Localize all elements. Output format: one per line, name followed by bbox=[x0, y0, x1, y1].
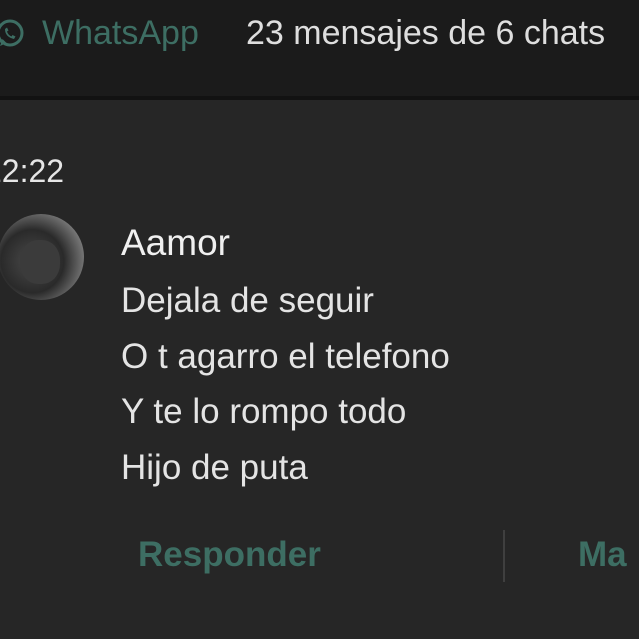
notification-time: 22:22 bbox=[0, 153, 65, 189]
avatar-image bbox=[20, 240, 60, 284]
whatsapp-icon bbox=[0, 19, 24, 47]
reply-button[interactable]: Responder bbox=[138, 534, 321, 576]
message-line: O t agarro el telefono bbox=[121, 337, 450, 376]
message-line: Dejala de seguir bbox=[121, 281, 374, 320]
app-name: WhatsApp bbox=[42, 14, 199, 52]
action-divider bbox=[503, 530, 505, 582]
notification-screen: WhatsApp 23 mensajes de 6 chats 22:22 Aa… bbox=[0, 0, 639, 639]
sender-name: Aamor bbox=[121, 222, 230, 263]
message-line: Y te lo rompo todo bbox=[121, 392, 407, 431]
message-line: Hijo de puta bbox=[121, 448, 308, 487]
header-divider bbox=[0, 96, 639, 100]
notification-header: WhatsApp 23 mensajes de 6 chats bbox=[0, 0, 639, 96]
notification-summary: 23 mensajes de 6 chats bbox=[246, 14, 606, 52]
contact-avatar[interactable] bbox=[0, 214, 84, 300]
mark-as-read-button[interactable]: Ma bbox=[578, 534, 627, 576]
